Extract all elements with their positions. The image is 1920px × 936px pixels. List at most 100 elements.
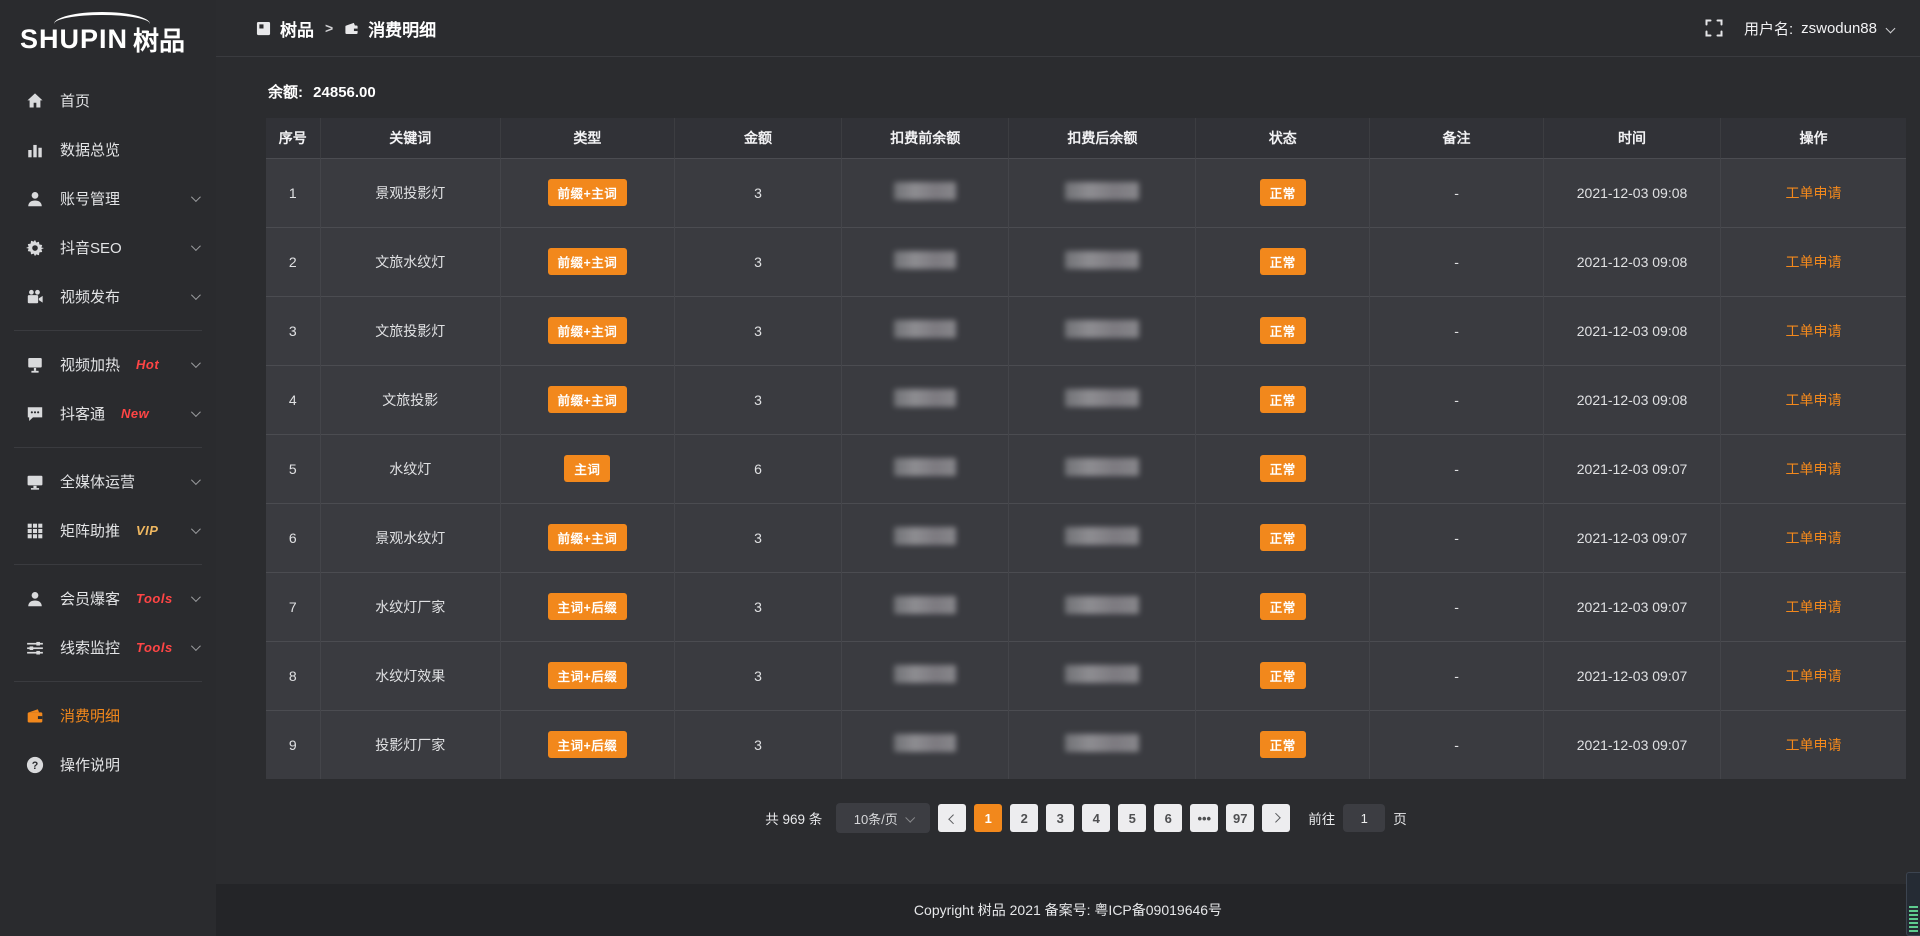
cell-time: 2021-12-03 09:08 (1543, 227, 1720, 296)
goto-suffix: 页 (1393, 808, 1407, 828)
work-order-link[interactable]: 工单申请 (1786, 599, 1842, 615)
user-menu[interactable]: 用户名: zswodun88 (1744, 18, 1894, 39)
sidebar-item-12[interactable]: 消费明细 (0, 691, 216, 740)
work-order-link[interactable]: 工单申请 (1786, 668, 1842, 684)
chevron-down-icon (191, 358, 201, 368)
work-order-link[interactable]: 工单申请 (1786, 392, 1842, 408)
cell-time: 2021-12-03 09:07 (1543, 710, 1720, 779)
status-badge: 正常 (1260, 662, 1306, 689)
sidebar-item-1[interactable]: 首页 (0, 76, 216, 125)
masked-value (1065, 458, 1139, 476)
cell-action: 工单申请 (1721, 710, 1906, 779)
gear-icon (26, 239, 44, 257)
work-order-link[interactable]: 工单申请 (1786, 461, 1842, 477)
masked-value (894, 389, 956, 407)
topbar-right: 用户名: zswodun88 (1704, 18, 1894, 39)
table-row: 5水纹灯主词6正常-2021-12-03 09:07工单申请 (266, 434, 1906, 503)
cell-index: 8 (266, 641, 320, 710)
breadcrumb-item-home[interactable]: 树品 (280, 16, 314, 41)
cell-index: 2 (266, 227, 320, 296)
type-badge: 前缀+主词 (548, 179, 628, 206)
cell-type: 主词+后缀 (501, 572, 675, 641)
balance-label: 余额: (268, 84, 303, 101)
type-badge: 主词+后缀 (548, 593, 628, 620)
sidebar-item-4[interactable]: 抖音SEO (0, 223, 216, 272)
cell-action: 工单申请 (1721, 158, 1906, 227)
sidebar-item-13[interactable]: ?操作说明 (0, 740, 216, 789)
cell-type: 主词+后缀 (501, 641, 675, 710)
more-pages-button[interactable]: ••• (1190, 804, 1218, 832)
page-button-3[interactable]: 3 (1046, 804, 1074, 832)
work-order-link[interactable]: 工单申请 (1786, 530, 1842, 546)
goto-page-input[interactable] (1343, 804, 1385, 832)
footer: Copyright 树品 2021 备案号: 粤ICP备09019646号 (216, 884, 1920, 936)
sidebar-item-label: 数据总览 (60, 139, 120, 160)
sidebar-divider (14, 681, 202, 682)
sidebar-item-9[interactable]: 矩阵助推VIP (0, 506, 216, 555)
type-badge: 前缀+主词 (548, 317, 628, 344)
cell-balance-after (1009, 158, 1196, 227)
chevron-down-icon (191, 524, 201, 534)
sidebar-item-11[interactable]: 线索监控Tools (0, 623, 216, 672)
cell-keyword: 文旅投影 (320, 365, 500, 434)
page-button-97[interactable]: 97 (1226, 804, 1254, 832)
table-row: 3文旅投影灯前缀+主词3正常-2021-12-03 09:08工单申请 (266, 296, 1906, 365)
work-order-link[interactable]: 工单申请 (1786, 185, 1842, 201)
cell-type: 前缀+主词 (501, 503, 675, 572)
cell-keyword: 景观投影灯 (320, 158, 500, 227)
sidebar-item-6[interactable]: 视频加热Hot (0, 340, 216, 389)
page-button-5[interactable]: 5 (1118, 804, 1146, 832)
sidebar-item-label: 消费明细 (60, 705, 120, 726)
next-page-button[interactable] (1262, 804, 1290, 832)
fullscreen-icon[interactable] (1704, 18, 1724, 38)
cell-remark: - (1370, 503, 1544, 572)
scrollbar-stripes (1909, 906, 1918, 932)
sidebar-item-8[interactable]: 全媒体运营 (0, 457, 216, 506)
cell-balance-before (842, 641, 1009, 710)
sidebar-item-2[interactable]: 数据总览 (0, 125, 216, 174)
status-badge: 正常 (1260, 593, 1306, 620)
breadcrumb-item-current: 消费明细 (368, 16, 436, 41)
page-size-value: 10条/页 (854, 809, 898, 828)
svg-text:?: ? (32, 759, 39, 771)
sidebar-item-7[interactable]: 抖客通New (0, 389, 216, 438)
table-row: 2文旅水纹灯前缀+主词3正常-2021-12-03 09:08工单申请 (266, 227, 1906, 296)
cell-balance-after (1009, 503, 1196, 572)
username-label: 用户名: (1744, 18, 1793, 39)
page-button-6[interactable]: 6 (1154, 804, 1182, 832)
mini-scrollbar-widget[interactable] (1906, 872, 1920, 936)
work-order-link[interactable]: 工单申请 (1786, 323, 1842, 339)
chevron-down-icon (191, 592, 201, 602)
cell-action: 工单申请 (1721, 641, 1906, 710)
pagination: 共 969 条 10条/页 123456•••97 前往 页 (266, 803, 1906, 833)
column-header: 关键词 (320, 118, 500, 158)
username-value: zswodun88 (1801, 20, 1877, 37)
prev-page-button[interactable] (938, 804, 966, 832)
cell-balance-after (1009, 365, 1196, 434)
cell-remark: - (1370, 296, 1544, 365)
cell-type: 前缀+主词 (501, 227, 675, 296)
sliders-icon (26, 639, 44, 657)
cell-keyword: 文旅投影灯 (320, 296, 500, 365)
work-order-link[interactable]: 工单申请 (1786, 737, 1842, 753)
masked-value (1065, 527, 1139, 545)
status-badge: 正常 (1260, 731, 1306, 758)
sidebar-item-10[interactable]: 会员爆客Tools (0, 574, 216, 623)
sidebar-divider (14, 447, 202, 448)
balance-value: 24856.00 (313, 84, 376, 101)
page-size-select[interactable]: 10条/页 (836, 803, 930, 833)
status-badge: 正常 (1260, 455, 1306, 482)
sidebar-item-3[interactable]: 账号管理 (0, 174, 216, 223)
cell-keyword: 投影灯厂家 (320, 710, 500, 779)
page-button-4[interactable]: 4 (1082, 804, 1110, 832)
work-order-link[interactable]: 工单申请 (1786, 254, 1842, 270)
cell-balance-before (842, 503, 1009, 572)
cell-action: 工单申请 (1721, 572, 1906, 641)
page-button-2[interactable]: 2 (1010, 804, 1038, 832)
sidebar-item-5[interactable]: 视频发布 (0, 272, 216, 321)
balance: 余额: 24856.00 (268, 81, 1904, 102)
cell-balance-before (842, 158, 1009, 227)
wallet-icon (26, 707, 44, 725)
cell-amount: 3 (674, 158, 841, 227)
page-button-1[interactable]: 1 (974, 804, 1002, 832)
